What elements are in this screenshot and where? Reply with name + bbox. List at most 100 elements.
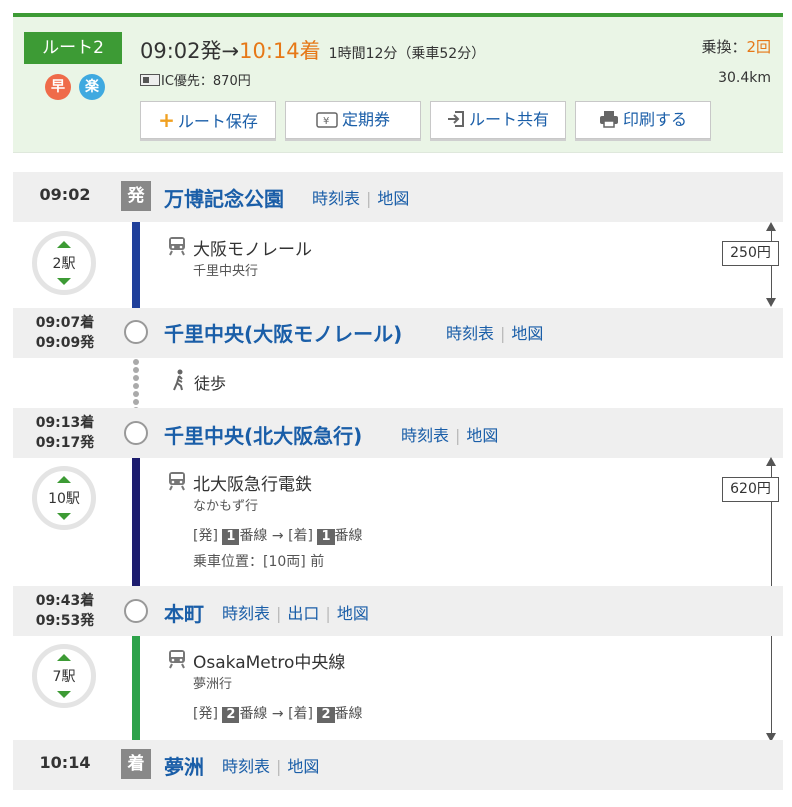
station-links: 時刻表 | 地図 [446, 324, 544, 343]
depart-time: 09:02発 [140, 39, 222, 63]
platform-suffix: 番線 [239, 706, 268, 722]
timetable-link[interactable]: 時刻表 [446, 324, 494, 343]
arrow-down-icon [57, 513, 71, 520]
platform-suffix: 番線 [334, 528, 363, 544]
route-line-kitakyu [132, 432, 140, 612]
line-name: OsakaMetro中央線 [193, 653, 346, 673]
stop-count-label: 2駅 [52, 256, 76, 272]
arrow-down-icon [57, 691, 71, 698]
transfers-label: 乗換： [701, 38, 747, 56]
arrival-time: 09:07着 [35, 315, 95, 331]
time-summary: 09:02発→10:14着 1時間12分（乗車52分） [140, 35, 485, 65]
easiest-badge-icon: 楽 [79, 74, 105, 100]
platform-arrow: → [271, 706, 284, 722]
timetable-link[interactable]: 時刻表 [401, 426, 449, 445]
transfers: 乗換：2回 [701, 36, 771, 57]
timetable-link[interactable]: 時刻表 [222, 757, 270, 776]
fastest-badge-icon: 早 [45, 74, 71, 100]
departure-time: 09:09発 [35, 335, 95, 351]
share-icon [447, 111, 464, 127]
platform-info: [発] 1 番線 → [着] 1 番線 [193, 525, 363, 545]
station-links: 時刻表 | 出口 | 地図 [222, 604, 369, 623]
station-links: 時刻表 | 地図 [312, 189, 410, 208]
arrival-time: 10:14 [39, 753, 91, 772]
station-node [124, 421, 148, 445]
exit-link[interactable]: 出口 [287, 604, 319, 623]
platform-info: [発] 2 番線 → [着] 2 番線 [193, 703, 363, 723]
arrive-depart-times: 09:43着 09:53発 [22, 591, 108, 631]
platform-suffix: 番線 [239, 528, 268, 544]
commuter-pass-button[interactable]: ¥ 定期券 [285, 101, 421, 139]
station-node [124, 320, 148, 344]
transfers-count: 2回 [746, 38, 771, 56]
departure-marker: 発 [121, 181, 151, 211]
timetable-link[interactable]: 時刻表 [222, 604, 270, 623]
line-destination: なかもず行 [193, 499, 259, 514]
train-icon [169, 237, 185, 256]
arrival-time: 09:13着 [35, 415, 95, 431]
save-route-button[interactable]: + ルート保存 [140, 101, 276, 139]
line-destination: 千里中央行 [193, 264, 259, 279]
stop-count-badge: 2駅 [32, 231, 96, 295]
arrival-marker: 着 [121, 749, 151, 779]
svg-text:¥: ¥ [323, 116, 329, 127]
commuter-pass-label: 定期券 [341, 110, 390, 129]
station-links: 時刻表 | 地図 [222, 757, 320, 776]
share-route-button[interactable]: ルート共有 [430, 101, 566, 139]
print-label: 印刷する [622, 110, 687, 129]
ic-card-icon [140, 74, 160, 86]
arrow: → [221, 39, 240, 63]
stop-count-label: 10駅 [48, 491, 80, 507]
departure-label: [発] [193, 706, 218, 722]
arrive-time: 10:14着 [239, 39, 321, 63]
arrow-down-icon [57, 278, 71, 285]
fare-arrow-down-icon [766, 298, 776, 307]
line-destination: 夢洲行 [193, 677, 233, 692]
train-icon [169, 650, 185, 669]
arrival-label: [着] [288, 706, 314, 722]
arrival-label: [着] [288, 528, 314, 544]
fare-box: 250円 [722, 241, 779, 266]
distance: 30.4km [718, 70, 771, 86]
departure-platform-number: 1 [222, 529, 240, 545]
departure-time: 09:53発 [35, 613, 95, 629]
departure-label: [発] [193, 528, 218, 544]
map-link[interactable]: 地図 [511, 324, 543, 343]
departure-platform-number: 2 [222, 707, 240, 723]
train-icon [169, 472, 185, 491]
commuter-pass-icon: ¥ [316, 112, 338, 128]
route-summary-header: ルート2 早 楽 09:02発→10:14着 1時間12分（乗車52分） IC優先… [13, 13, 783, 153]
ic-fare: IC優先：870円 [140, 70, 251, 89]
station-name[interactable]: 本町 [164, 598, 204, 627]
station-name[interactable]: 夢洲 [164, 751, 204, 780]
arrive-depart-times: 09:07着 09:09発 [22, 313, 108, 353]
departure-time: 09:02 [39, 185, 91, 204]
arrival-time: 09:43着 [35, 593, 95, 609]
print-button[interactable]: 印刷する [575, 101, 711, 139]
station-node [124, 599, 148, 623]
station-name[interactable]: 千里中央(大阪モノレール) [164, 318, 402, 347]
duration: 1時間12分（乗車52分） [328, 46, 486, 62]
arrow-up-icon [57, 654, 71, 661]
save-route-label: ルート保存 [177, 112, 258, 131]
station-name[interactable]: 万博記念公園 [164, 183, 284, 212]
departure-time: 09:17発 [35, 435, 95, 451]
plus-icon: + [158, 108, 175, 132]
station-name[interactable]: 千里中央(北大阪急行) [164, 420, 362, 449]
ic-fare-text: IC優先：870円 [161, 74, 251, 89]
map-link[interactable]: 地図 [466, 426, 498, 445]
map-link[interactable]: 地図 [377, 189, 409, 208]
arrival-platform-number: 1 [317, 529, 335, 545]
platform-arrow: → [271, 528, 284, 544]
arrival-platform-number: 2 [317, 707, 335, 723]
timetable-link[interactable]: 時刻表 [312, 189, 360, 208]
stop-count-badge: 7駅 [32, 644, 96, 708]
station-links: 時刻表 | 地図 [401, 426, 499, 445]
fare-box: 620円 [722, 477, 779, 502]
stop-count-label: 7駅 [52, 669, 76, 685]
map-link[interactable]: 地図 [287, 757, 319, 776]
platform-suffix: 番線 [334, 706, 363, 722]
printer-icon [599, 111, 618, 128]
walk-label: 徒歩 [194, 374, 227, 393]
map-link[interactable]: 地図 [337, 604, 369, 623]
